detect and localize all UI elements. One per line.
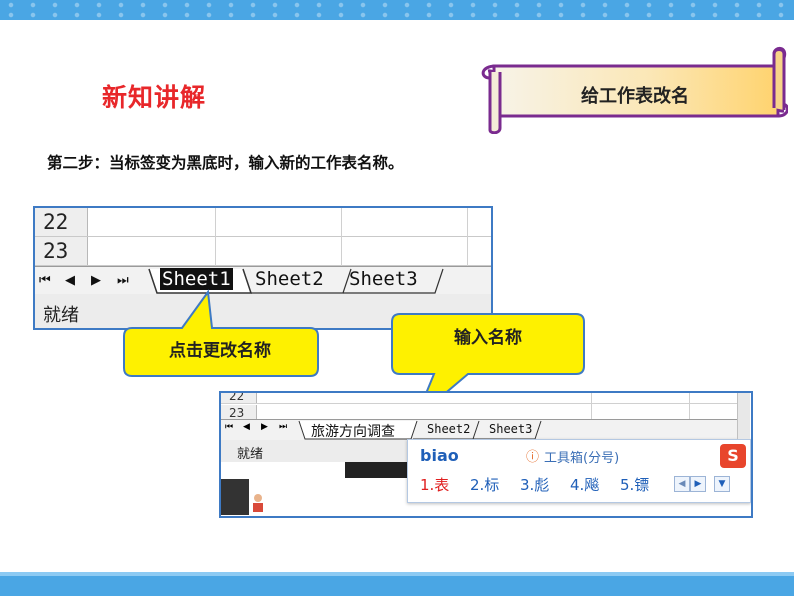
banner-title: 给工作表改名 bbox=[581, 86, 689, 107]
grid-row: 22 bbox=[35, 208, 491, 237]
tab-sheet2[interactable]: Sheet2 bbox=[255, 268, 324, 290]
callout-click-label: 点击更改名称 bbox=[169, 341, 271, 361]
ime-candidate-2[interactable]: 2.标 bbox=[470, 474, 499, 495]
section-title: 新知讲解 bbox=[102, 83, 207, 112]
ime-input-text: biao bbox=[420, 446, 459, 465]
status-text: 就绪 bbox=[237, 447, 264, 462]
ime-candidate-1[interactable]: 1.表 bbox=[420, 474, 449, 495]
callout-click-bubble bbox=[123, 289, 319, 377]
top-decor-bar bbox=[0, 0, 794, 20]
prev-sheet-button[interactable]: ◀ bbox=[65, 273, 75, 288]
tab-sheet2[interactable]: Sheet2 bbox=[427, 422, 470, 436]
ime-expand-button[interactable]: ▼ bbox=[714, 476, 730, 492]
grid-row: 23 bbox=[35, 237, 491, 266]
ime-candidate-3[interactable]: 3.彪 bbox=[520, 474, 549, 495]
person-icon bbox=[249, 493, 267, 513]
ime-logo-icon: S bbox=[720, 444, 746, 468]
prev-sheet-button[interactable]: ◀ bbox=[243, 422, 250, 432]
ime-candidate-window: biao ⓘ 工具箱(分号) S 1.表 2.标 3.彪 4.飚 5.镖 ◀ ▶… bbox=[407, 439, 751, 503]
last-sheet-button[interactable]: ⏭ bbox=[117, 273, 129, 288]
first-sheet-button[interactable]: ⏮ bbox=[225, 422, 233, 432]
bottom-decor-bar bbox=[0, 572, 794, 596]
row-header: 22 bbox=[35, 208, 88, 236]
instruction-text: 第二步：当标签变为黑底时，输入新的工作表名称。 bbox=[47, 154, 404, 172]
tab-sheet3[interactable]: Sheet3 bbox=[349, 268, 418, 290]
tab-renamed-sheet[interactable]: 旅游方向调查 bbox=[311, 421, 395, 441]
excel-screenshot-2: 22 23 ⏮ ◀ ▶ ⏭ 旅游方向调查 Sheet2 Sheet3 就绪 bi… bbox=[219, 391, 753, 518]
tab-sheet1-selected[interactable]: Sheet1 bbox=[160, 268, 233, 290]
ime-next-page-button[interactable]: ▶ bbox=[690, 476, 706, 492]
thumbnail-image bbox=[221, 479, 249, 515]
ime-candidate-4[interactable]: 4.飚 bbox=[570, 474, 599, 495]
callout-input-label: 输入名称 bbox=[454, 328, 522, 348]
vertical-scrollbar[interactable] bbox=[737, 393, 750, 439]
sheet-tab-bar-2: ⏮ ◀ ▶ ⏭ 旅游方向调查 Sheet2 Sheet3 bbox=[221, 419, 749, 441]
info-icon: ⓘ bbox=[526, 450, 540, 465]
ime-candidate-5[interactable]: 5.镖 bbox=[620, 474, 649, 495]
first-sheet-button[interactable]: ⏮ bbox=[39, 273, 51, 288]
next-sheet-button[interactable]: ▶ bbox=[261, 422, 268, 432]
ime-prev-page-button[interactable]: ◀ bbox=[674, 476, 690, 492]
tab-sheet3[interactable]: Sheet3 bbox=[489, 422, 532, 436]
last-sheet-button[interactable]: ⏭ bbox=[279, 422, 287, 432]
ime-toolbox-link[interactable]: 工具箱(分号) bbox=[544, 447, 619, 466]
next-sheet-button[interactable]: ▶ bbox=[91, 273, 101, 288]
row-header: 23 bbox=[35, 237, 88, 265]
status-text: 就绪 bbox=[43, 305, 79, 326]
